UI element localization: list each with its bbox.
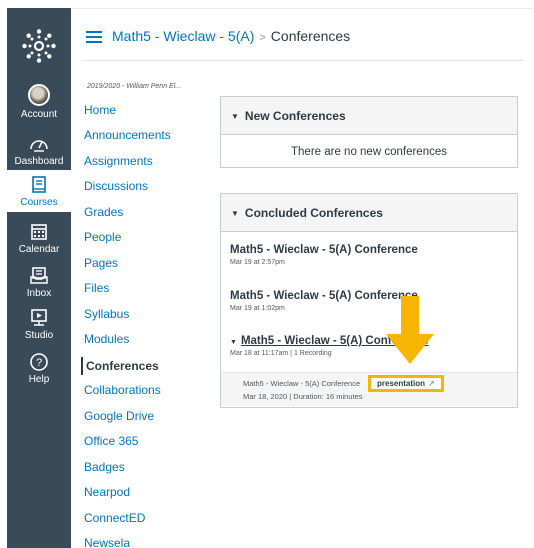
- nav-courses[interactable]: Courses: [7, 170, 71, 212]
- course-nav-conferences[interactable]: Conferences: [81, 357, 159, 375]
- global-nav: Account Dashboard Courses Calendar Inbox…: [7, 8, 71, 548]
- recording-date: Mar 18, 2020 | Duration: 16 minutes: [243, 392, 363, 401]
- course-nav-announcements[interactable]: Announcements: [84, 128, 171, 142]
- nav-dashboard-label: Dashboard: [14, 156, 64, 167]
- nav-account-label: Account: [20, 109, 58, 120]
- top-border: [71, 8, 534, 9]
- nav-courses-label: Courses: [20, 197, 58, 208]
- course-nav-discussions[interactable]: Discussions: [84, 179, 148, 193]
- hamburger-menu-icon[interactable]: [86, 31, 102, 43]
- course-nav-newsela[interactable]: Newsela: [84, 536, 130, 548]
- course-nav-home[interactable]: Home: [84, 103, 116, 117]
- course-nav-syllabus[interactable]: Syllabus: [84, 307, 129, 321]
- concluded-conferences-panel: ▼ Concluded Conferences Math5 - Wieclaw -…: [220, 193, 518, 408]
- recording-row: Math5 - Wieclaw - 5(A) Conference Mar 18…: [221, 372, 517, 406]
- new-conferences-heading: New Conferences: [244, 109, 346, 123]
- concluded-conferences-heading: Concluded Conferences: [244, 206, 383, 220]
- course-nav-people[interactable]: People: [84, 230, 121, 244]
- conference-date: Mar 19 at 2:57pm: [230, 259, 285, 266]
- nav-studio[interactable]: Studio: [7, 308, 71, 341]
- canvas-logo-icon[interactable]: [21, 28, 57, 64]
- calendar-icon: [31, 224, 47, 240]
- avatar: [28, 84, 50, 106]
- term-label: 2019/2020 - William Penn El...: [87, 83, 182, 90]
- conference-item: Math5 - Wieclaw - 5(A) Conference Mar 19…: [230, 244, 418, 266]
- inbox-icon: [30, 267, 48, 284]
- breadcrumb-current: Conferences: [270, 28, 351, 44]
- help-icon: ?: [30, 353, 48, 371]
- nav-account[interactable]: Account: [7, 84, 71, 120]
- down-arrow-icon: [386, 296, 434, 364]
- collapse-triangle-icon: ▼: [231, 209, 239, 218]
- course-nav-nearpod[interactable]: Nearpod: [84, 485, 130, 499]
- svg-text:?: ?: [36, 357, 42, 369]
- course-nav-collaborations[interactable]: Collaborations: [84, 383, 161, 397]
- recording-name: Math5 - Wieclaw - 5(A) Conference: [243, 379, 361, 388]
- nav-dashboard[interactable]: Dashboard: [7, 134, 71, 167]
- expand-triangle-icon: ▼: [230, 339, 237, 346]
- presentation-button[interactable]: presentation ↗: [368, 375, 444, 392]
- course-nav-office-365[interactable]: Office 365: [84, 434, 138, 448]
- course-nav-assignments[interactable]: Assignments: [84, 154, 153, 168]
- nav-studio-label: Studio: [24, 330, 54, 341]
- book-icon: [32, 176, 46, 193]
- new-conferences-panel: ▼ New Conferences There are no new confer…: [220, 96, 518, 168]
- course-nav-pages[interactable]: Pages: [84, 256, 118, 270]
- course-nav-badges[interactable]: Badges: [84, 460, 125, 474]
- presentation-label: presentation: [377, 379, 426, 388]
- no-conferences-text: There are no new conferences: [291, 146, 447, 158]
- nav-inbox-label: Inbox: [26, 288, 52, 299]
- course-nav-modules[interactable]: Modules: [84, 332, 129, 346]
- nav-calendar[interactable]: Calendar: [7, 222, 71, 255]
- breadcrumb: Math5 - Wieclaw - 5(A) > Conferences: [112, 28, 350, 44]
- breadcrumb-course-link[interactable]: Math5 - Wieclaw - 5(A): [112, 28, 254, 44]
- breadcrumb-separator: >: [259, 32, 266, 44]
- external-link-icon: ↗: [428, 379, 435, 388]
- nav-calendar-label: Calendar: [18, 244, 60, 255]
- conference-title[interactable]: Math5 - Wieclaw - 5(A) Conference: [230, 244, 418, 256]
- nav-help-label: Help: [28, 374, 50, 385]
- speedometer-icon: [30, 140, 48, 152]
- concluded-conferences-header[interactable]: ▼ Concluded Conferences: [221, 194, 517, 232]
- studio-icon: [31, 309, 47, 326]
- collapse-triangle-icon: ▼: [231, 112, 239, 121]
- nav-inbox[interactable]: Inbox: [7, 266, 71, 299]
- course-nav-connected[interactable]: ConnectED: [84, 511, 145, 525]
- nav-help[interactable]: ? Help: [7, 352, 71, 385]
- course-nav-files[interactable]: Files: [84, 281, 109, 295]
- new-conferences-header[interactable]: ▼ New Conferences: [221, 97, 517, 135]
- header-divider: [82, 60, 524, 61]
- course-nav-grades[interactable]: Grades: [84, 205, 123, 219]
- course-nav-google-drive[interactable]: Google Drive: [84, 409, 154, 423]
